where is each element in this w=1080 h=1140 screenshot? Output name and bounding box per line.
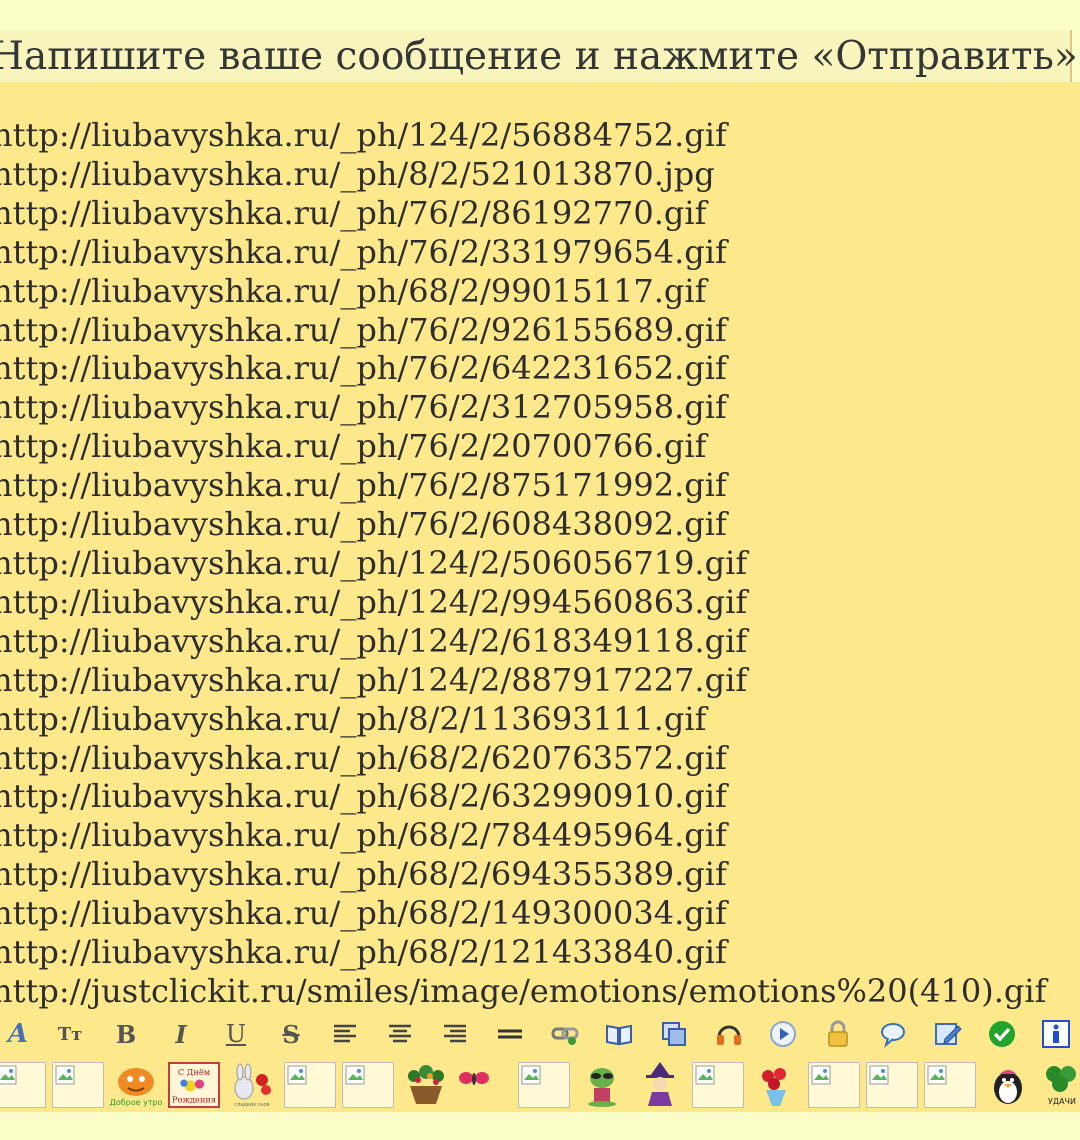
rose-bouquet-icon[interactable] (750, 1062, 802, 1108)
underline-glyph: U (225, 1020, 247, 1048)
link-icon[interactable] (547, 1016, 583, 1052)
luck-clover-icon[interactable]: УДАЧИ (1040, 1062, 1080, 1108)
check-icon[interactable] (984, 1016, 1020, 1052)
frog-character-icon[interactable] (576, 1062, 628, 1108)
align-left-icon[interactable] (327, 1016, 363, 1052)
broken-image-icon[interactable] (0, 1062, 46, 1108)
info-icon[interactable] (1038, 1016, 1074, 1052)
good-morning-smiley-icon[interactable]: Доброе утро (110, 1062, 163, 1108)
message-line: http://liubavyshka.ru/_ph/68/2/620763572… (0, 738, 727, 777)
book-icon[interactable] (601, 1016, 637, 1052)
bottom-bar (0, 1112, 1080, 1140)
broken-image-icon[interactable] (52, 1062, 104, 1108)
message-line: http://liubavyshka.ru/_ph/68/2/121433840… (0, 933, 727, 972)
message-lines: http://liubavyshka.ru/_ph/124/2/56884752… (0, 116, 1046, 1010)
birthday-text-2: Рождения (172, 1094, 216, 1104)
broken-image-icon[interactable] (924, 1062, 976, 1108)
butterfly-icon[interactable] (456, 1062, 492, 1108)
font-size-glyph: Tт (57, 1023, 83, 1045)
luck-text: УДАЧИ (1048, 1097, 1076, 1106)
video-icon[interactable] (765, 1016, 801, 1052)
penguin-icon[interactable] (982, 1062, 1034, 1108)
comment-icon[interactable] (875, 1016, 911, 1052)
message-line: http://liubavyshka.ru/_ph/76/2/926155689… (0, 310, 727, 349)
instruction-text: Напишите ваше сообщение и нажмите «Отпра… (0, 33, 1078, 79)
align-center-icon[interactable] (382, 1016, 418, 1052)
birthday-text-1: С Днём (178, 1067, 211, 1077)
message-line: http://liubavyshka.ru/_ph/8/2/113693111.… (0, 699, 707, 738)
message-line: http://liubavyshka.ru/_ph/68/2/694355389… (0, 855, 727, 894)
bold-glyph: B (115, 1019, 137, 1049)
lock-icon[interactable] (820, 1016, 856, 1052)
font-icon[interactable]: A (0, 1016, 36, 1052)
underline-icon[interactable]: U (218, 1016, 254, 1052)
horizontal-rule-icon[interactable] (492, 1016, 528, 1052)
italic-icon[interactable]: I (163, 1016, 199, 1052)
message-line: http://justclickit.ru/smiles/image/emoti… (0, 971, 1047, 1010)
align-right-icon[interactable] (437, 1016, 473, 1052)
flower-basket-icon[interactable] (400, 1062, 452, 1108)
strike-glyph: S (282, 1019, 300, 1049)
message-textarea[interactable]: http://liubavyshka.ru/_ph/124/2/56884752… (0, 82, 1080, 1010)
message-line: http://liubavyshka.ru/_ph/76/2/875171992… (0, 466, 727, 505)
message-line: http://liubavyshka.ru/_ph/76/2/20700766.… (0, 427, 707, 466)
page: Напишите ваше сообщение и нажмите «Отпра… (0, 0, 1080, 1140)
message-line: http://liubavyshka.ru/_ph/76/2/642231652… (0, 349, 727, 388)
smiley-bar: Доброе утро С Днём Рождения сладких снов (0, 1058, 1080, 1114)
formatting-toolbar: A Tт B I U S (0, 1010, 1080, 1058)
copy-icon[interactable] (656, 1016, 692, 1052)
message-line: http://liubavyshka.ru/_ph/124/2/50605671… (0, 543, 748, 582)
message-line: http://liubavyshka.ru/_ph/8/2/521013870.… (0, 154, 715, 193)
message-line: http://liubavyshka.ru/_ph/76/2/312705958… (0, 388, 727, 427)
strikethrough-icon[interactable]: S (273, 1016, 309, 1052)
message-line: http://liubavyshka.ru/_ph/76/2/331979654… (0, 232, 727, 271)
broken-image-icon[interactable] (866, 1062, 918, 1108)
broken-image-icon[interactable] (342, 1062, 394, 1108)
message-line: http://liubavyshka.ru/_ph/76/2/608438092… (0, 505, 727, 544)
broken-image-icon[interactable] (518, 1062, 570, 1108)
witch-character-icon[interactable] (634, 1062, 686, 1108)
bunny-flowers-icon[interactable]: сладких снов (226, 1062, 278, 1108)
bunny-caption: сладких снов (234, 1102, 269, 1108)
broken-image-icon[interactable] (692, 1062, 744, 1108)
audio-icon[interactable] (711, 1016, 747, 1052)
edit-icon[interactable] (930, 1016, 966, 1052)
message-line: http://liubavyshka.ru/_ph/124/2/88791722… (0, 660, 748, 699)
message-line: http://liubavyshka.ru/_ph/68/2/99015117.… (0, 271, 707, 310)
message-line: http://liubavyshka.ru/_ph/68/2/149300034… (0, 894, 727, 933)
font-size-icon[interactable]: Tт (52, 1016, 88, 1052)
birthday-smiley-icon[interactable]: С Днём Рождения (168, 1062, 220, 1108)
message-line: http://liubavyshka.ru/_ph/124/2/56884752… (0, 116, 727, 154)
instruction-header: Напишите ваше сообщение и нажмите «Отпра… (0, 30, 1078, 82)
message-line: http://liubavyshka.ru/_ph/124/2/61834911… (0, 621, 748, 660)
bold-icon[interactable]: B (108, 1016, 144, 1052)
font-glyph: A (7, 1019, 29, 1049)
italic-glyph: I (175, 1019, 187, 1049)
message-line: http://liubavyshka.ru/_ph/76/2/86192770.… (0, 193, 707, 232)
broken-image-icon[interactable] (284, 1062, 336, 1108)
message-line: http://liubavyshka.ru/_ph/68/2/784495964… (0, 816, 727, 855)
broken-image-icon[interactable] (808, 1062, 860, 1108)
message-line: http://liubavyshka.ru/_ph/68/2/632990910… (0, 777, 727, 816)
good-morning-text: Доброе утро (110, 1098, 162, 1107)
message-line: http://liubavyshka.ru/_ph/124/2/99456086… (0, 582, 748, 621)
